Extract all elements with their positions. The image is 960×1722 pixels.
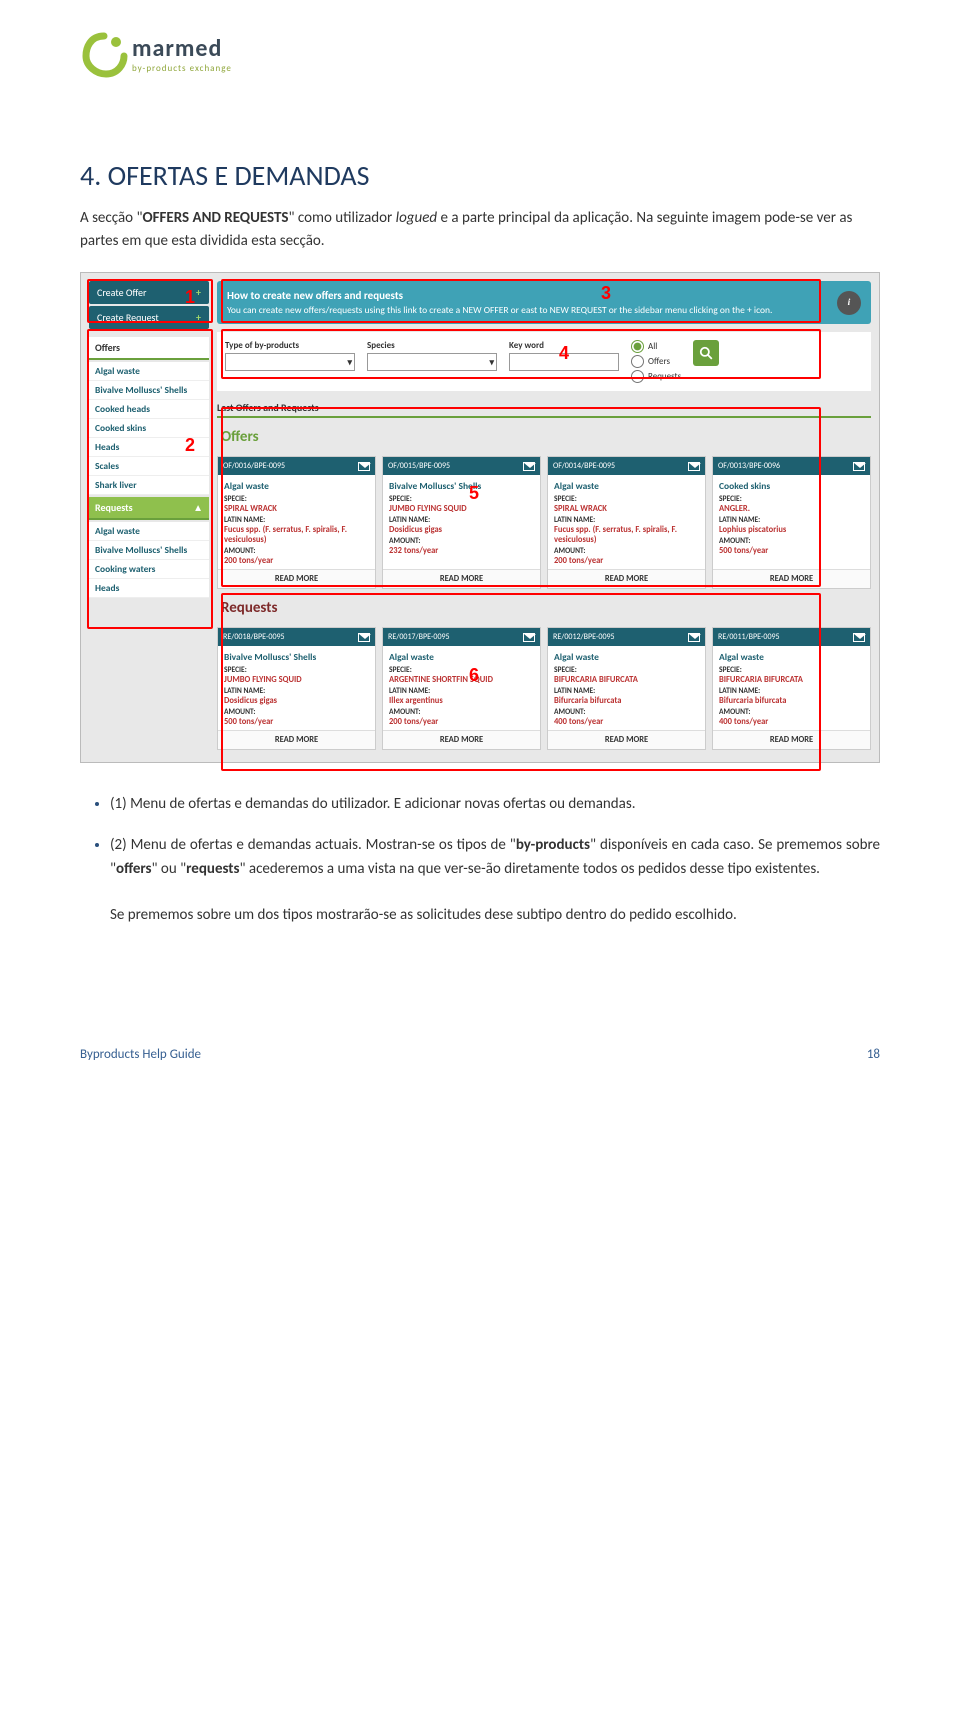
footer-title: Byproducts Help Guide: [80, 1047, 201, 1062]
envelope-icon[interactable]: [853, 462, 865, 471]
annotation-box-2: [87, 329, 213, 629]
annotation-box-6: [221, 593, 821, 771]
page-number: 18: [867, 1047, 880, 1062]
annotation-box-3: [221, 279, 821, 323]
logo-icon: [80, 30, 128, 78]
logo: marmed by-products exchange: [80, 30, 880, 78]
annotation-number-4: 4: [559, 343, 569, 364]
logo-subtitle: by-products exchange: [132, 63, 232, 74]
intro-paragraph: A secção "OFFERS AND REQUESTS" como util…: [80, 207, 880, 252]
annotation-box-5: [221, 407, 821, 587]
bullet-1: (1) Menu de ofertas e demandas do utiliz…: [110, 793, 880, 816]
page-footer: Byproducts Help Guide 18: [80, 1047, 880, 1062]
annotation-number-1: 1: [185, 287, 195, 308]
bullet-2: (2) Menu de ofertas e demandas actuais. …: [110, 834, 880, 927]
annotation-number-3: 3: [601, 283, 611, 304]
bullet-list: (1) Menu de ofertas e demandas do utiliz…: [110, 793, 880, 927]
annotation-box-4: [221, 329, 821, 379]
annotation-number-2: 2: [185, 435, 195, 456]
section-heading: 4. OFERTAS E DEMANDAS: [80, 158, 880, 193]
annotation-number-6: 6: [469, 665, 479, 686]
logo-text: marmed: [132, 34, 222, 63]
info-icon[interactable]: i: [837, 291, 861, 315]
envelope-icon[interactable]: [853, 633, 865, 642]
annotation-number-5: 5: [469, 483, 479, 504]
app-screenshot: Create Offer+ Create Request+ Offers Alg…: [80, 272, 880, 763]
